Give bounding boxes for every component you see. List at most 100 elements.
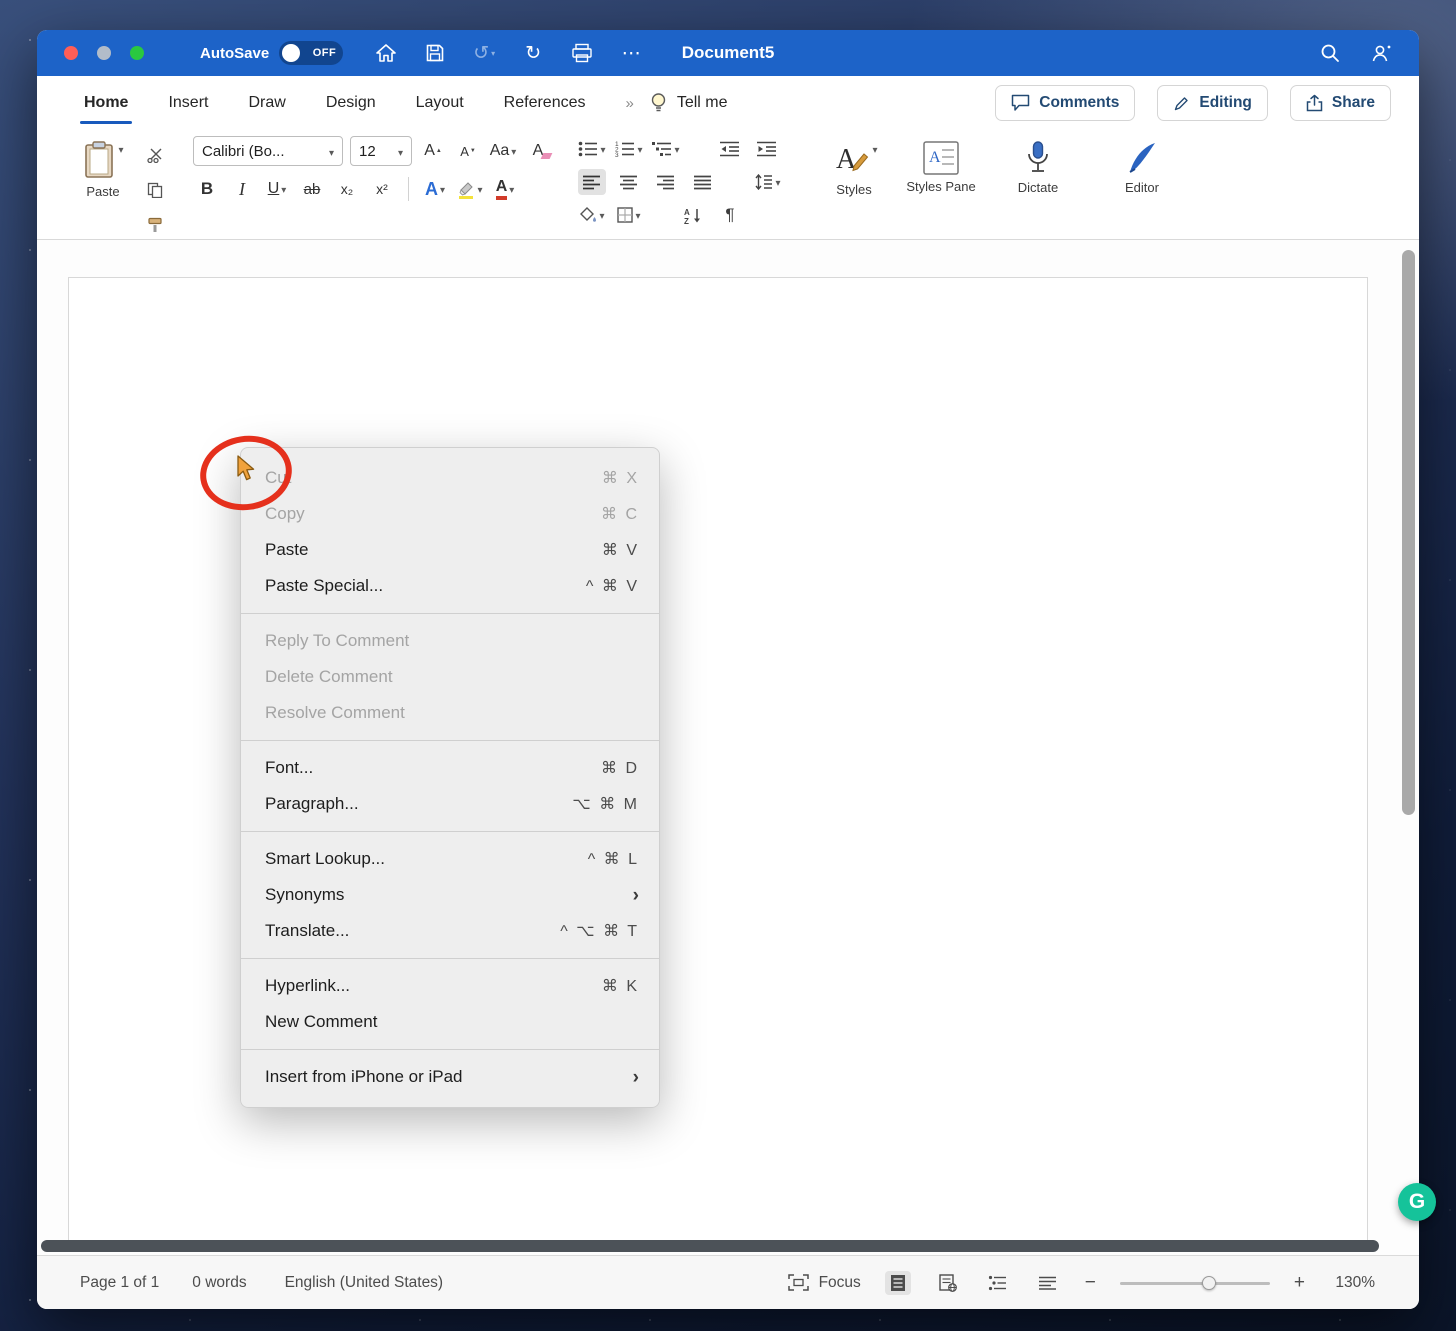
line-spacing-button[interactable] <box>753 169 781 195</box>
view-outline-button[interactable] <box>985 1271 1011 1295</box>
numbering-button[interactable]: 123 <box>615 136 643 162</box>
highlighter-icon <box>457 180 475 199</box>
home-button[interactable] <box>375 39 397 67</box>
align-center-button[interactable] <box>615 169 643 195</box>
font-name-select[interactable]: Calibri (Bo... <box>193 136 343 166</box>
menu-item-new-comment[interactable]: New Comment <box>241 1004 659 1040</box>
tab-references[interactable]: References <box>504 76 586 130</box>
shading-button[interactable] <box>578 202 606 228</box>
styles-pane-label: Styles Pane <box>906 179 975 195</box>
sort-button[interactable]: AZ <box>679 202 707 228</box>
horizontal-scrollbar[interactable] <box>41 1240 1379 1252</box>
dictate-button[interactable]: Dictate <box>999 136 1077 239</box>
close-window-button[interactable] <box>64 46 78 60</box>
superscript-button[interactable]: x² <box>368 176 396 202</box>
menu-item-label: Copy <box>265 504 305 524</box>
autosave-toggle[interactable]: OFF <box>279 41 343 65</box>
tab-draw[interactable]: Draw <box>248 76 285 130</box>
redo-button[interactable]: ↻ <box>522 39 544 67</box>
menu-item-hyperlink[interactable]: Hyperlink... ⌘ K <box>241 968 659 1004</box>
change-case-chevron-icon <box>509 142 516 160</box>
editor-button[interactable]: Editor <box>1103 136 1181 239</box>
account-button[interactable] <box>1371 39 1393 67</box>
italic-button[interactable]: I <box>228 176 256 202</box>
change-case-button[interactable]: Aa <box>489 138 517 164</box>
menu-item-synonyms[interactable]: Synonyms › <box>241 877 659 913</box>
share-icon <box>1306 94 1323 112</box>
undo-button[interactable]: ↺▾ <box>473 39 495 67</box>
fullscreen-window-button[interactable] <box>130 46 144 60</box>
line-spacing-icon <box>753 174 773 190</box>
menu-item-smart-lookup[interactable]: Smart Lookup... ^ ⌘ L <box>241 841 659 877</box>
align-right-button[interactable] <box>652 169 680 195</box>
highlight-button[interactable] <box>456 176 484 202</box>
font-size-select[interactable]: 12 <box>350 136 412 166</box>
tell-me-button[interactable]: Tell me <box>650 92 728 114</box>
styles-button[interactable]: A Styles <box>811 136 897 239</box>
tab-overflow-chevron-icon[interactable]: » <box>626 95 632 112</box>
tab-design[interactable]: Design <box>326 76 376 130</box>
word-count[interactable]: 0 words <box>192 1274 246 1292</box>
tab-insert[interactable]: Insert <box>168 76 208 130</box>
font-color-button[interactable]: A <box>491 176 519 202</box>
shrink-font-button[interactable]: A <box>454 138 482 164</box>
save-button[interactable] <box>424 39 446 67</box>
focus-button[interactable]: Focus <box>788 1274 861 1292</box>
copy-button[interactable] <box>141 177 169 203</box>
menu-item-translate[interactable]: Translate... ^ ⌥ ⌘ T <box>241 913 659 949</box>
print-button[interactable] <box>571 39 593 67</box>
paste-dropdown-chevron-icon[interactable] <box>116 140 123 158</box>
minimize-window-button[interactable] <box>97 46 111 60</box>
zoom-level[interactable]: 130% <box>1329 1274 1375 1292</box>
view-draft-button[interactable] <box>1035 1271 1061 1295</box>
font-size-chevron-icon <box>396 143 403 160</box>
multilevel-list-button[interactable] <box>652 136 680 162</box>
grow-font-button[interactable]: A <box>419 138 447 164</box>
paste-button[interactable]: Paste <box>67 136 139 239</box>
vertical-scrollbar[interactable] <box>1402 250 1415 815</box>
styles-pane-button[interactable]: A Styles Pane <box>905 136 977 239</box>
zoom-out-button[interactable]: − <box>1085 1273 1096 1292</box>
justify-button[interactable] <box>689 169 717 195</box>
strikethrough-button[interactable]: ab <box>298 176 326 202</box>
pencil-icon <box>1173 95 1190 112</box>
search-button[interactable] <box>1319 39 1341 67</box>
menu-item-font[interactable]: Font... ⌘ D <box>241 750 659 786</box>
lightbulb-icon <box>650 92 667 114</box>
page-indicator[interactable]: Page 1 of 1 <box>80 1274 159 1292</box>
text-effects-button[interactable]: A <box>421 176 449 202</box>
zoom-in-button[interactable]: + <box>1294 1273 1305 1292</box>
menu-item-paste-special[interactable]: Paste Special... ^ ⌘ V <box>241 568 659 604</box>
zoom-slider-thumb[interactable] <box>1202 1276 1216 1290</box>
menu-item-paste[interactable]: Paste ⌘ V <box>241 532 659 568</box>
decrease-indent-button[interactable] <box>716 136 744 162</box>
zoom-slider[interactable] <box>1120 1275 1270 1291</box>
tab-layout[interactable]: Layout <box>416 76 464 130</box>
view-print-layout-button[interactable] <box>885 1271 911 1295</box>
share-button[interactable]: Share <box>1290 85 1391 121</box>
focus-label: Focus <box>819 1274 861 1292</box>
editing-button[interactable]: Editing <box>1157 85 1268 121</box>
show-paragraph-marks-button[interactable]: ¶ <box>716 202 744 228</box>
more-commands-button[interactable]: ⋯ <box>620 39 642 67</box>
align-left-button[interactable] <box>578 169 606 195</box>
comments-button[interactable]: Comments <box>995 85 1135 121</box>
cut-button[interactable] <box>141 142 169 168</box>
borders-button[interactable] <box>615 202 643 228</box>
subscript-button[interactable]: x₂ <box>333 176 361 202</box>
language-indicator[interactable]: English (United States) <box>285 1274 444 1292</box>
format-painter-button[interactable] <box>141 212 169 238</box>
bold-button[interactable]: B <box>193 176 221 202</box>
tab-home[interactable]: Home <box>84 76 128 130</box>
clear-formatting-button[interactable]: A <box>524 138 552 164</box>
menu-item-paragraph[interactable]: Paragraph... ⌥ ⌘ M <box>241 786 659 822</box>
grammarly-button[interactable]: G <box>1398 1183 1436 1221</box>
menu-item-insert-from-iphone[interactable]: Insert from iPhone or iPad › <box>241 1059 659 1095</box>
menu-item-shortcut: ^ ⌘ L <box>588 849 639 869</box>
view-web-layout-button[interactable] <box>935 1271 961 1295</box>
underline-button[interactable]: U <box>263 176 291 202</box>
increase-indent-button[interactable] <box>753 136 781 162</box>
multilevel-list-icon <box>652 141 672 157</box>
svg-text:3: 3 <box>615 152 619 157</box>
bullets-button[interactable] <box>578 136 606 162</box>
